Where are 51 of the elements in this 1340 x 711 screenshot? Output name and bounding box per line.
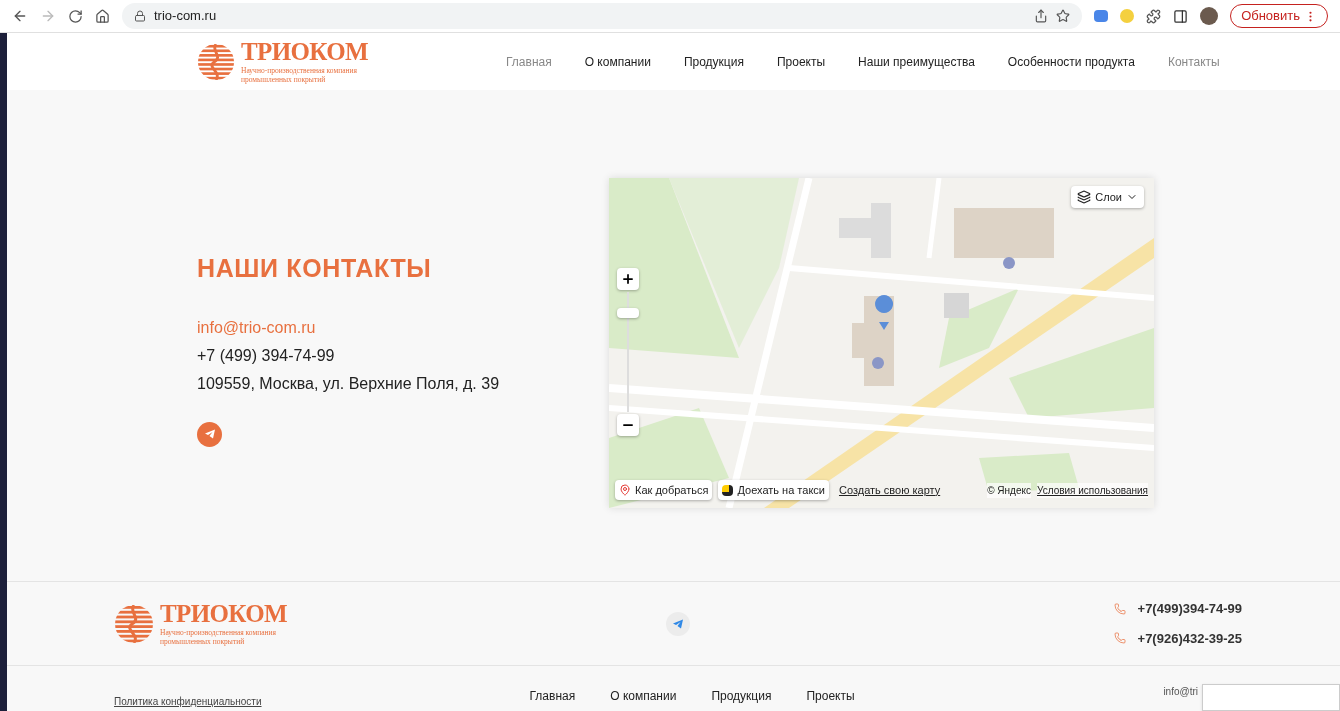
plus-icon	[621, 272, 635, 286]
back-icon[interactable]	[12, 8, 28, 24]
route-button[interactable]: Как добраться	[615, 480, 713, 500]
star-icon[interactable]	[1056, 9, 1071, 23]
footer-nav-link[interactable]: Продукция	[711, 687, 772, 705]
contacts-heading: НАШИ КОНТАКТЫ	[197, 253, 433, 284]
share-icon[interactable]	[1034, 9, 1049, 23]
reload-icon[interactable]	[68, 8, 83, 24]
privacy-link[interactable]: Политика конфиденциальности	[114, 694, 262, 709]
email-text: info@tri	[1163, 685, 1198, 699]
home-icon[interactable]	[95, 8, 110, 24]
telegram-button[interactable]	[197, 421, 222, 447]
footer-nav-link[interactable]: Проекты	[806, 687, 855, 705]
phone-text: +7(926)432-39-25	[1137, 629, 1242, 648]
nav-link[interactable]: Контакты	[1167, 52, 1220, 71]
pin-icon	[619, 484, 631, 496]
zoom-out-button[interactable]	[617, 414, 639, 436]
nav-link[interactable]: О компании	[584, 52, 651, 71]
phone-text: +7(499)394-74-99	[1137, 600, 1242, 618]
extensions-icon[interactable]	[1146, 8, 1162, 24]
taxi-icon	[722, 484, 734, 496]
paper-plane-icon	[203, 428, 216, 440]
zoom-in-button[interactable]	[617, 268, 639, 290]
layers-button[interactable]: Слои	[1071, 186, 1144, 208]
phone-icon	[1113, 632, 1126, 645]
nav-link[interactable]: Продукция	[683, 52, 744, 71]
nav-link[interactable]: Проекты	[776, 52, 826, 71]
footer-nav-link[interactable]: О компании	[610, 687, 677, 705]
logo-name: ТРИОКОМ	[241, 39, 368, 64]
telegram-button[interactable]	[666, 611, 690, 636]
layers-icon	[1077, 190, 1092, 204]
create-map-link[interactable]: Создать свою карту	[838, 481, 941, 499]
paper-plane-icon	[672, 617, 684, 630]
logo-name: ТРИОКОМ	[160, 601, 287, 626]
extension-icon[interactable]	[1094, 10, 1109, 22]
lock-icon	[134, 10, 146, 22]
nav-link[interactable]: Наши преимущества	[858, 52, 975, 71]
footer-nav-link[interactable]: Главная	[529, 687, 576, 705]
sidebar-icon[interactable]	[1173, 8, 1189, 24]
avatar-icon[interactable]	[1200, 7, 1219, 25]
phone-icon	[1113, 602, 1126, 615]
address-text: 109559, Москва, ул. Верхние Поля, д. 39	[197, 373, 501, 394]
logo-icon	[197, 42, 235, 81]
phone-text: +7 (499) 394-74-99	[197, 345, 336, 366]
taxi-button[interactable]: Доехать на такси	[718, 480, 829, 500]
address-bar[interactable]: trio-com.ru	[122, 3, 1083, 29]
logo-icon	[114, 603, 154, 644]
nav-link[interactable]: Главная	[506, 52, 552, 71]
zoom-handle[interactable]	[617, 308, 639, 318]
url-text: trio-com.ru	[154, 7, 218, 26]
nav-link[interactable]: Особенности продукта	[1007, 52, 1135, 71]
